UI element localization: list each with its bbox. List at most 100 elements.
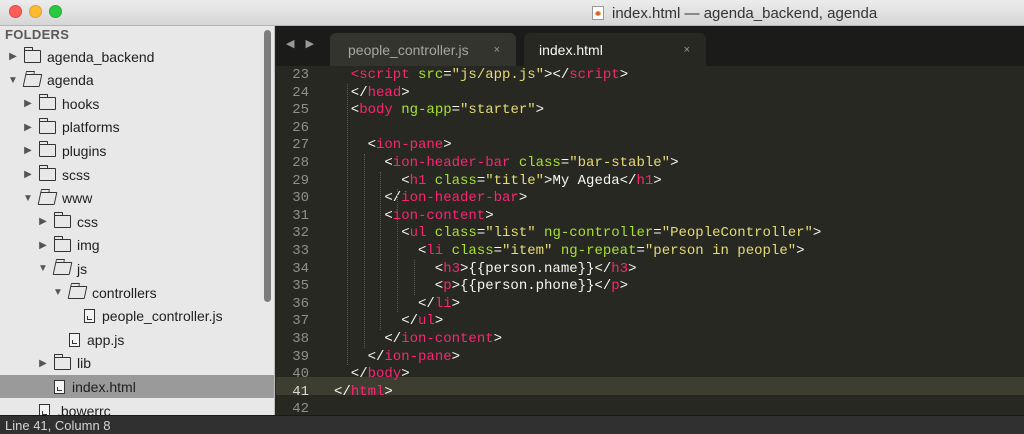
open-folder-icon xyxy=(37,191,58,205)
tab-index-html[interactable]: index.html × xyxy=(524,33,706,66)
disclosure-open-icon[interactable]: ▼ xyxy=(38,263,48,274)
title-bar: index.html — agenda_backend, agenda xyxy=(0,0,1024,26)
text-token: < xyxy=(434,278,444,295)
text-token: > xyxy=(401,84,410,101)
code-line: <ion-pane> xyxy=(368,136,452,154)
close-icon[interactable]: × xyxy=(684,44,690,56)
tree-item-index-html[interactable]: index.html xyxy=(0,375,274,399)
disclosure-closed-icon[interactable]: ▶ xyxy=(23,98,33,109)
tab-label: index.html xyxy=(539,41,603,58)
window-title: index.html — agenda_backend, agenda xyxy=(612,4,878,22)
text-token: > xyxy=(628,260,637,277)
tag-token: ion-pane xyxy=(384,348,452,365)
folder-icon xyxy=(39,94,56,111)
tree-item-platforms[interactable]: ▶ platforms xyxy=(0,116,264,139)
tree-item-css[interactable]: ▶ css xyxy=(0,210,264,233)
tree-item-img[interactable]: ▶ img xyxy=(0,234,264,257)
open-folder-icon xyxy=(52,262,73,276)
code-line: <p>{{person.phone}}</p> xyxy=(435,277,628,295)
html-document-icon xyxy=(592,6,604,20)
folder-icon xyxy=(54,212,71,229)
disclosure-closed-icon[interactable]: ▶ xyxy=(23,122,33,133)
text-token: < xyxy=(401,172,410,189)
tree-item-bowerrc[interactable]: .bowerrc xyxy=(0,399,264,415)
text-token: > xyxy=(535,102,545,119)
string-token: "item" xyxy=(502,243,553,260)
tree-item-hooks[interactable]: ▶ hooks xyxy=(0,92,264,115)
disclosure-closed-icon[interactable]: ▶ xyxy=(38,216,48,227)
text-token: > xyxy=(670,155,679,172)
text-token: = xyxy=(476,172,486,189)
text-token: = xyxy=(451,102,461,119)
string-token: "js/app.js" xyxy=(451,67,545,84)
string-token: "PeopleController" xyxy=(661,225,813,242)
tab-people-controller[interactable]: people_controller.js × xyxy=(330,33,516,66)
sidebar-scrollbar[interactable] xyxy=(264,30,271,302)
text-token: > xyxy=(443,137,452,154)
maximize-window-button[interactable] xyxy=(49,5,62,18)
folders-header: FOLDERS xyxy=(5,27,70,42)
disclosure-closed-icon[interactable]: ▶ xyxy=(38,240,48,251)
tree-item-controllers[interactable]: ▼ controllers xyxy=(0,281,264,304)
tree-item-agenda-backend[interactable]: ▶ agenda_backend xyxy=(0,45,264,68)
indent-guide xyxy=(363,154,365,348)
text-token: > xyxy=(493,331,503,348)
line-number: 24 xyxy=(292,84,309,101)
tree-item-agenda[interactable]: ▼ agenda xyxy=(0,69,264,92)
text-token: </ xyxy=(334,383,351,400)
string-token: "starter" xyxy=(460,102,536,119)
tab-nav-arrows[interactable]: ◀ ▶ xyxy=(286,37,318,50)
tree-item-label: js xyxy=(77,260,88,277)
tree-item-people-controller-js[interactable]: people_controller.js xyxy=(0,305,264,328)
tree-item-label: controllers xyxy=(92,284,157,301)
disclosure-open-icon[interactable]: ▼ xyxy=(23,193,33,204)
attribute-token: src xyxy=(409,67,444,84)
tab-bar: ◀ ▶ people_controller.js × index.html × xyxy=(276,26,1024,66)
indent-guide xyxy=(346,83,348,366)
line-number-gutter: 23 24 25 26 27 28 29 30 31 32 33 34 35 36 37 38 39 40 41 42 xyxy=(276,66,326,415)
text-token: > xyxy=(619,278,629,295)
text-token: </ xyxy=(401,313,418,330)
disclosure-open-icon[interactable]: ▼ xyxy=(53,287,63,298)
minimize-window-button[interactable] xyxy=(29,5,42,18)
string-token: "list" xyxy=(485,225,536,242)
tree-item-plugins[interactable]: ▶ plugins xyxy=(0,139,264,162)
text-token: = xyxy=(560,155,570,172)
code-line: </head> xyxy=(351,84,410,102)
text-token: = xyxy=(653,225,662,242)
tree-item-www[interactable]: ▼ www xyxy=(0,187,264,210)
tree-item-lib[interactable]: ▶ lib xyxy=(0,352,264,375)
tag-token: body xyxy=(359,102,393,119)
line-number: 34 xyxy=(292,260,309,277)
line-number: 39 xyxy=(292,348,309,365)
text-token: < xyxy=(401,225,410,242)
attribute-token: class xyxy=(426,225,477,242)
string-token: "person in people" xyxy=(644,243,797,260)
folder-icon xyxy=(39,117,56,134)
text-token: >{{person.phone}}</ xyxy=(451,278,612,295)
text-token: = xyxy=(476,225,486,242)
disclosure-closed-icon[interactable]: ▶ xyxy=(38,358,48,369)
disclosure-closed-icon[interactable]: ▶ xyxy=(23,169,33,180)
tab-label: people_controller.js xyxy=(348,41,469,58)
disclosure-open-icon[interactable]: ▼ xyxy=(8,75,18,86)
code-line: <li class="item" ng-repeat="person in pe… xyxy=(418,242,805,260)
text-token: < xyxy=(384,155,393,172)
disclosure-closed-icon[interactable]: ▶ xyxy=(23,145,33,156)
tree-item-scss[interactable]: ▶ scss xyxy=(0,163,264,186)
tag-token: p xyxy=(443,278,452,295)
line-number: 38 xyxy=(292,331,309,348)
code-line: </ion-header-bar> xyxy=(384,189,527,207)
tree-item-label: platforms xyxy=(62,119,120,136)
tag-token: <script xyxy=(350,67,410,84)
code-line: <ul class="list" ng-controller="PeopleCo… xyxy=(401,224,821,242)
line-number: 41 xyxy=(292,383,309,400)
tree-item-js[interactable]: ▼ js xyxy=(0,257,264,280)
folder-icon xyxy=(24,47,41,63)
close-window-button[interactable] xyxy=(9,5,22,18)
tree-item-app-js[interactable]: app.js xyxy=(0,328,264,351)
text-token: </ xyxy=(367,348,385,365)
close-icon[interactable]: × xyxy=(494,44,500,56)
tree-item-label: agenda xyxy=(47,72,94,89)
disclosure-closed-icon[interactable]: ▶ xyxy=(8,51,18,62)
